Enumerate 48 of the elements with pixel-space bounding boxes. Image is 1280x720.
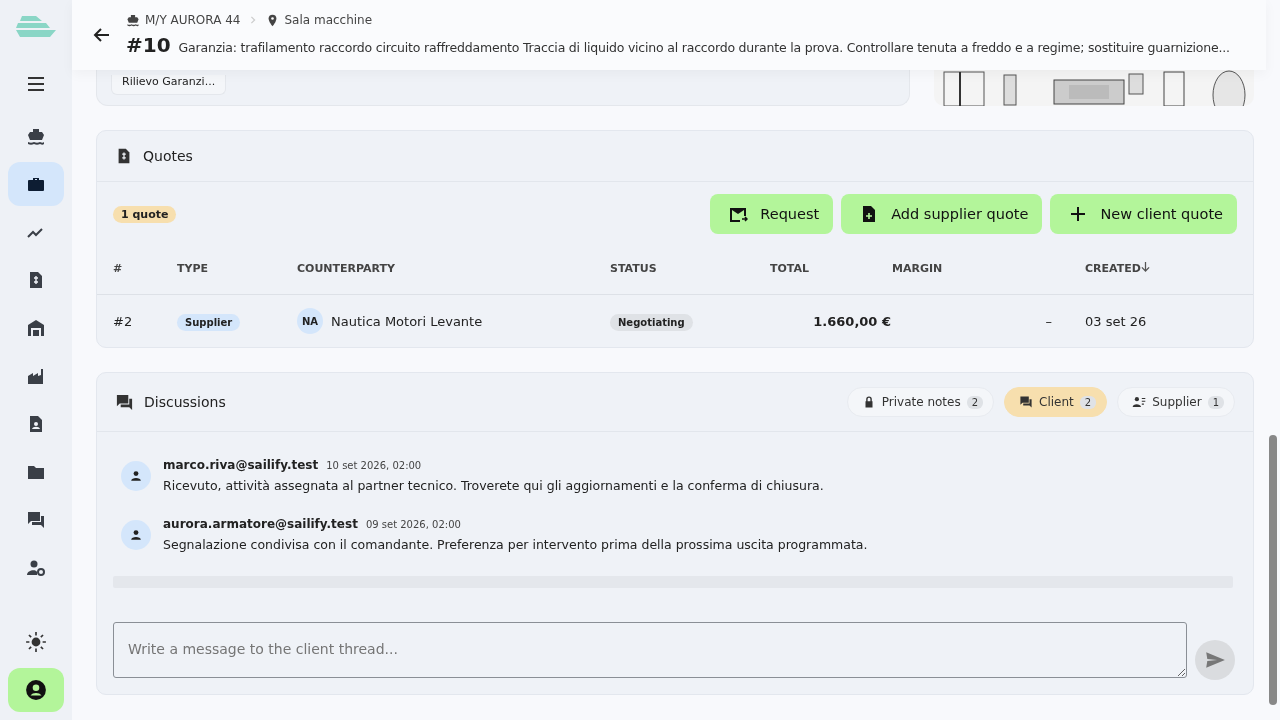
mail-button[interactable]: Request bbox=[710, 194, 834, 234]
table-cell: 03 set 26 bbox=[1084, 294, 1253, 347]
type-tag: Supplier bbox=[177, 313, 241, 331]
section-title: Quotes bbox=[143, 148, 193, 164]
status-tag: Negotiating bbox=[610, 313, 693, 331]
ticket-number: #10 bbox=[126, 33, 171, 57]
chat-icon bbox=[115, 392, 134, 412]
message-author: marco.riva@sailify.test bbox=[163, 458, 319, 472]
plus-button[interactable]: New client quote bbox=[1050, 194, 1237, 234]
message-author: aurora.armatore@sailify.test bbox=[163, 517, 358, 531]
thread-tab[interactable]: Supplier 1 bbox=[1117, 387, 1235, 417]
document-chip[interactable]: Rilievo Garanzi... bbox=[111, 75, 227, 95]
user-avatar-icon bbox=[121, 460, 151, 491]
vessel-breadcrumb[interactable]: M/Y AURORA 44 bbox=[145, 13, 241, 27]
message-text: Ricevuto, attività assegnata al partner tecnico. Troverete qui gli aggiornamenti e la conferma di chiusura. bbox=[163, 478, 824, 493]
ship-icon bbox=[126, 13, 140, 27]
initials-avatar: NA bbox=[297, 308, 323, 334]
chevron-icon bbox=[249, 16, 258, 24]
column-header: TOTAL bbox=[756, 242, 891, 295]
table-cell: – bbox=[891, 294, 1084, 347]
message-input-field[interactable]: Write a message to the client thread... bbox=[113, 622, 1187, 678]
message-text: Segnalazione condivisa con il comandante. Preferenza per intervento prima della prossima uscita programmata. bbox=[163, 537, 868, 552]
table-cell: 1.660,00 € bbox=[756, 294, 891, 347]
send-button[interactable] bbox=[1195, 640, 1235, 680]
user-avatar-icon bbox=[121, 519, 151, 550]
column-header: MARGIN bbox=[891, 242, 1084, 295]
column-header: COUNTERPARTY bbox=[296, 242, 609, 295]
account-icon[interactable] bbox=[8, 668, 64, 712]
column-header: # bbox=[97, 242, 176, 295]
table-cell: #2 bbox=[97, 294, 176, 347]
quote-count-badge: 1 quote bbox=[113, 205, 177, 223]
thread-tab[interactable]: Client 2 bbox=[1004, 387, 1108, 417]
message-time: 09 set 2026, 02:00 bbox=[365, 519, 461, 530]
thread-tab[interactable]: Private notes 2 bbox=[846, 387, 995, 417]
ticket-title: Garanzia: trafilamento raccordo circuito raffreddamento Traccia di liquido vicino al raccordo durante la prova. Controllare tenuta a freddo e a regime; sostituire guarnizione... bbox=[178, 40, 1230, 55]
send-icon bbox=[1204, 649, 1226, 671]
section-title: Discussions bbox=[144, 394, 226, 410]
column-header: TYPE bbox=[176, 242, 296, 295]
message-time: 10 set 2026, 02:00 bbox=[326, 460, 422, 471]
counterparty-name: Nautica Motori Levante bbox=[331, 313, 483, 329]
chat-icon bbox=[1019, 395, 1034, 409]
sort-arrow-icon bbox=[1140, 261, 1150, 272]
file-add-button[interactable]: Add supplier quote bbox=[841, 194, 1043, 234]
people-icon bbox=[1132, 395, 1147, 409]
briefcase-icon[interactable] bbox=[8, 162, 64, 206]
location-breadcrumb[interactable]: Sala macchine bbox=[284, 13, 373, 27]
column-header: STATUS bbox=[609, 242, 756, 295]
column-header[interactable]: CREATED bbox=[1084, 242, 1253, 295]
